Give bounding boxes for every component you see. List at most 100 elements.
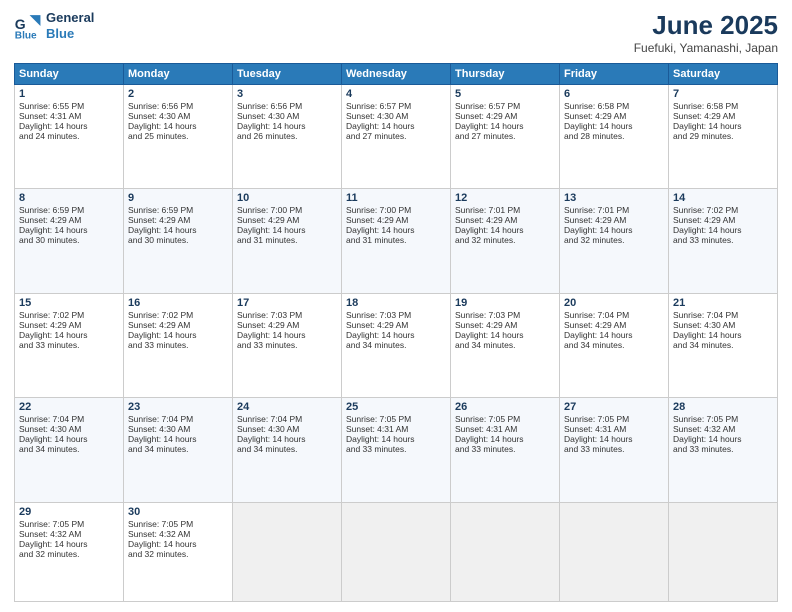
sunrise-line: Sunrise: 7:00 PM [346, 205, 411, 215]
sunset-line: Sunset: 4:30 AM [237, 424, 299, 434]
daylight-cont: and 34 minutes. [564, 340, 624, 350]
day-number: 25 [346, 401, 446, 413]
day-number: 9 [128, 192, 228, 204]
sunrise-line: Sunrise: 7:05 PM [455, 414, 520, 424]
calendar-day-cell: 20 Sunrise: 7:04 PM Sunset: 4:29 AM Dayl… [560, 293, 669, 397]
title-block: June 2025 Fuefuki, Yamanashi, Japan [634, 10, 778, 55]
calendar-day-cell: 6 Sunrise: 6:58 PM Sunset: 4:29 AM Dayli… [560, 85, 669, 189]
sunrise-line: Sunrise: 6:56 PM [128, 101, 193, 111]
sunrise-line: Sunrise: 7:02 PM [673, 205, 738, 215]
sunset-line: Sunset: 4:29 AM [237, 215, 299, 225]
sunrise-line: Sunrise: 6:58 PM [564, 101, 629, 111]
calendar-week-row: 8 Sunrise: 6:59 PM Sunset: 4:29 AM Dayli… [15, 189, 778, 293]
calendar-day-cell: 16 Sunrise: 7:02 PM Sunset: 4:29 AM Dayl… [124, 293, 233, 397]
sunrise-line: Sunrise: 6:57 PM [346, 101, 411, 111]
calendar-day-cell: 11 Sunrise: 7:00 PM Sunset: 4:29 AM Dayl… [342, 189, 451, 293]
daylight-line: Daylight: 14 hours [237, 434, 306, 444]
calendar-day-cell: 28 Sunrise: 7:05 PM Sunset: 4:32 AM Dayl… [669, 398, 778, 502]
day-number: 12 [455, 192, 555, 204]
sunrise-line: Sunrise: 7:01 PM [564, 205, 629, 215]
daylight-line: Daylight: 14 hours [19, 121, 88, 131]
daylight-line: Daylight: 14 hours [19, 539, 88, 549]
day-number: 6 [564, 88, 664, 100]
sunset-line: Sunset: 4:30 AM [237, 111, 299, 121]
daylight-cont: and 29 minutes. [673, 131, 733, 141]
daylight-line: Daylight: 14 hours [19, 225, 88, 235]
day-number: 11 [346, 192, 446, 204]
calendar-header-row: SundayMondayTuesdayWednesdayThursdayFrid… [15, 64, 778, 85]
sunrise-line: Sunrise: 6:56 PM [237, 101, 302, 111]
sunset-line: Sunset: 4:29 AM [673, 215, 735, 225]
sunset-line: Sunset: 4:29 AM [564, 111, 626, 121]
logo-line2: Blue [46, 26, 94, 42]
weekday-header: Thursday [451, 64, 560, 85]
sunset-line: Sunset: 4:29 AM [346, 320, 408, 330]
sunrise-line: Sunrise: 7:04 PM [128, 414, 193, 424]
sunset-line: Sunset: 4:30 AM [19, 424, 81, 434]
daylight-cont: and 34 minutes. [19, 444, 79, 454]
day-number: 18 [346, 297, 446, 309]
calendar-day-cell [233, 502, 342, 601]
weekday-header: Wednesday [342, 64, 451, 85]
daylight-cont: and 32 minutes. [128, 549, 188, 559]
daylight-cont: and 34 minutes. [673, 340, 733, 350]
daylight-line: Daylight: 14 hours [19, 434, 88, 444]
daylight-cont: and 26 minutes. [237, 131, 297, 141]
sunrise-line: Sunrise: 7:03 PM [455, 310, 520, 320]
calendar-table: SundayMondayTuesdayWednesdayThursdayFrid… [14, 63, 778, 602]
daylight-cont: and 33 minutes. [19, 340, 79, 350]
day-number: 15 [19, 297, 119, 309]
calendar-day-cell: 12 Sunrise: 7:01 PM Sunset: 4:29 AM Dayl… [451, 189, 560, 293]
daylight-cont: and 34 minutes. [346, 340, 406, 350]
daylight-line: Daylight: 14 hours [673, 330, 742, 340]
sunset-line: Sunset: 4:32 AM [128, 529, 190, 539]
day-number: 19 [455, 297, 555, 309]
sunset-line: Sunset: 4:31 AM [19, 111, 81, 121]
day-number: 4 [346, 88, 446, 100]
daylight-line: Daylight: 14 hours [346, 434, 415, 444]
day-number: 10 [237, 192, 337, 204]
sunset-line: Sunset: 4:31 AM [455, 424, 517, 434]
daylight-line: Daylight: 14 hours [237, 330, 306, 340]
daylight-cont: and 32 minutes. [455, 235, 515, 245]
sunset-line: Sunset: 4:29 AM [455, 111, 517, 121]
daylight-line: Daylight: 14 hours [237, 225, 306, 235]
daylight-cont: and 33 minutes. [673, 444, 733, 454]
daylight-cont: and 34 minutes. [128, 444, 188, 454]
day-number: 30 [128, 506, 228, 518]
sunset-line: Sunset: 4:29 AM [19, 215, 81, 225]
sunrise-line: Sunrise: 7:05 PM [346, 414, 411, 424]
daylight-line: Daylight: 14 hours [564, 330, 633, 340]
sunset-line: Sunset: 4:30 AM [673, 320, 735, 330]
day-number: 22 [19, 401, 119, 413]
daylight-line: Daylight: 14 hours [346, 121, 415, 131]
daylight-cont: and 31 minutes. [346, 235, 406, 245]
page-title: June 2025 [634, 10, 778, 41]
weekday-header: Saturday [669, 64, 778, 85]
day-number: 24 [237, 401, 337, 413]
daylight-line: Daylight: 14 hours [128, 434, 197, 444]
daylight-cont: and 27 minutes. [346, 131, 406, 141]
sunset-line: Sunset: 4:30 AM [128, 424, 190, 434]
calendar-day-cell: 21 Sunrise: 7:04 PM Sunset: 4:30 AM Dayl… [669, 293, 778, 397]
daylight-line: Daylight: 14 hours [564, 121, 633, 131]
sunset-line: Sunset: 4:30 AM [346, 111, 408, 121]
sunset-line: Sunset: 4:29 AM [19, 320, 81, 330]
daylight-line: Daylight: 14 hours [19, 330, 88, 340]
calendar-day-cell: 14 Sunrise: 7:02 PM Sunset: 4:29 AM Dayl… [669, 189, 778, 293]
calendar-week-row: 15 Sunrise: 7:02 PM Sunset: 4:29 AM Dayl… [15, 293, 778, 397]
calendar-day-cell: 24 Sunrise: 7:04 PM Sunset: 4:30 AM Dayl… [233, 398, 342, 502]
day-number: 17 [237, 297, 337, 309]
daylight-cont: and 30 minutes. [19, 235, 79, 245]
daylight-line: Daylight: 14 hours [455, 330, 524, 340]
day-number: 29 [19, 506, 119, 518]
day-number: 1 [19, 88, 119, 100]
sunrise-line: Sunrise: 6:59 PM [128, 205, 193, 215]
calendar-day-cell: 7 Sunrise: 6:58 PM Sunset: 4:29 AM Dayli… [669, 85, 778, 189]
day-number: 21 [673, 297, 773, 309]
calendar-day-cell: 26 Sunrise: 7:05 PM Sunset: 4:31 AM Dayl… [451, 398, 560, 502]
sunset-line: Sunset: 4:29 AM [237, 320, 299, 330]
day-number: 13 [564, 192, 664, 204]
sunset-line: Sunset: 4:29 AM [128, 215, 190, 225]
sunset-line: Sunset: 4:31 AM [564, 424, 626, 434]
